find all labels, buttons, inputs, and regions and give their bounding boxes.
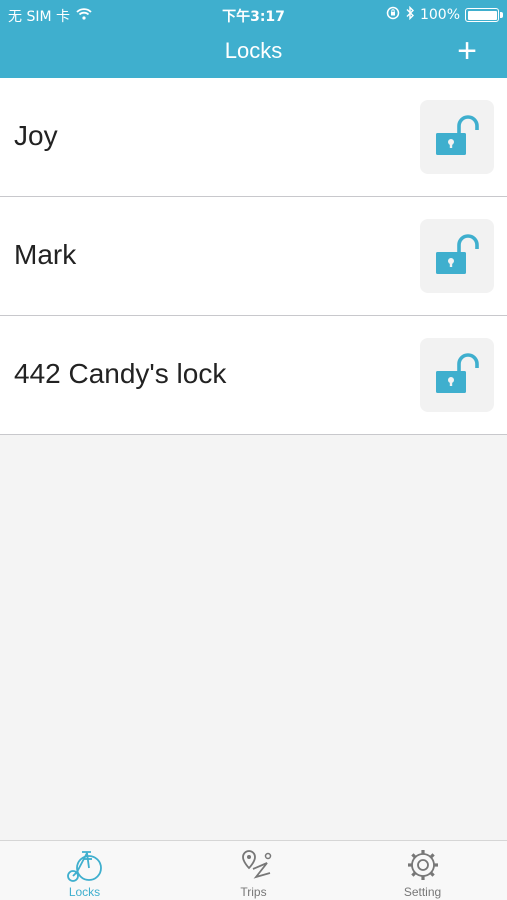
lock-row[interactable]: Joy	[0, 78, 507, 197]
gear-icon	[403, 847, 443, 883]
lock-list: Joy Mark 442 Candy's lock	[0, 78, 507, 435]
unlocked-padlock-icon	[434, 113, 480, 162]
unlocked-padlock-icon	[434, 351, 480, 400]
tab-label: Locks	[68, 885, 101, 899]
navigation-bar: Locks +	[0, 28, 507, 78]
unlock-button[interactable]	[420, 219, 494, 293]
tab-setting[interactable]: Setting	[338, 841, 507, 900]
lock-row[interactable]: Mark	[0, 197, 507, 316]
add-lock-button[interactable]: +	[449, 34, 485, 70]
bluetooth-icon	[405, 5, 415, 24]
battery-fill	[467, 10, 497, 20]
tab-label: Trips	[240, 885, 267, 899]
bicycle-icon	[65, 847, 105, 883]
tab-trips[interactable]: Trips	[169, 841, 338, 900]
map-route-icon	[234, 847, 274, 883]
battery-icon	[465, 8, 503, 22]
lock-name: Joy	[14, 120, 58, 151]
lock-row[interactable]: 442 Candy's lock	[0, 316, 507, 435]
unlock-button[interactable]	[420, 338, 494, 412]
lock-name: 442 Candy's lock	[14, 358, 227, 389]
status-right: 100%	[386, 5, 503, 24]
orientation-lock-icon	[386, 6, 400, 24]
tab-bar: Locks Trips Setting	[0, 840, 507, 900]
battery-percent: 100%	[419, 7, 460, 23]
tab-locks[interactable]: Locks	[0, 841, 169, 900]
unlock-button[interactable]	[420, 100, 494, 174]
lock-name: Mark	[14, 239, 77, 270]
status-bar: 无 SIM 卡 下午3:17 100%	[0, 0, 507, 28]
page-title: Locks	[224, 38, 283, 63]
unlocked-padlock-icon	[434, 232, 480, 281]
tab-label: Setting	[403, 885, 442, 899]
